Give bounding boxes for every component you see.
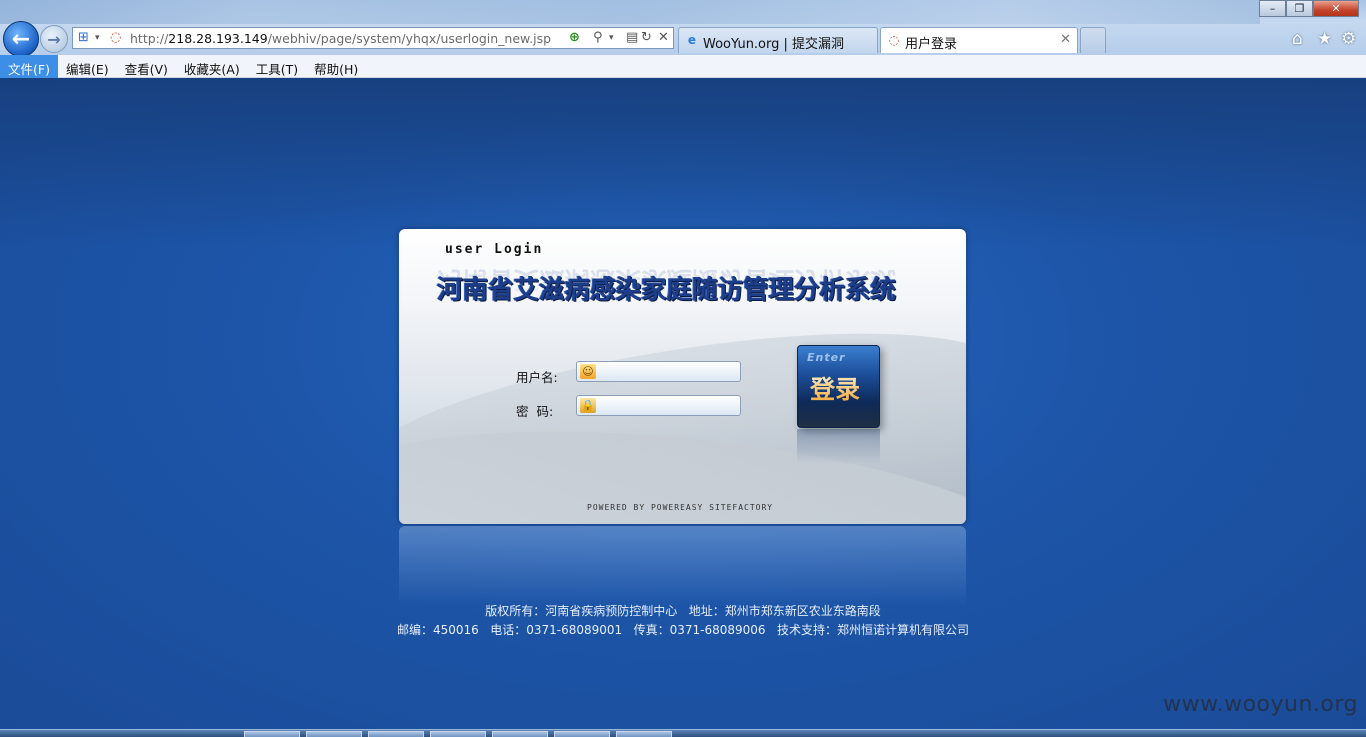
system-title-reflection: 河南省艾滋病感染家庭随访管理分析系统 [437, 265, 897, 295]
close-tab-icon[interactable]: ✕ [1060, 32, 1071, 47]
menu-bar: 文件(F) 编辑(E) 查看(V) 收藏夹(A) 工具(T) 帮助(H) [0, 55, 1366, 78]
taskbar-button[interactable] [616, 731, 672, 737]
arrow-left-icon: ← [11, 26, 31, 52]
menu-view[interactable]: 查看(V) [117, 55, 176, 78]
password-label: 密 码: [516, 404, 554, 419]
login-heading-en: user Login [445, 242, 544, 257]
back-button[interactable]: ← [3, 21, 39, 57]
restore-button[interactable]: ❐ [1286, 0, 1313, 17]
login-panel: user Login 河南省艾滋病感染家庭随访管理分析系统 河南省艾滋病感染家庭… [399, 229, 966, 524]
tab-label: WooYun.org | 提交漏洞 [703, 37, 845, 52]
taskbar-button[interactable] [430, 731, 486, 737]
tab-wooyun[interactable]: e WooYun.org | 提交漏洞 [678, 27, 878, 53]
menu-edit[interactable]: 编辑(E) [58, 55, 117, 78]
menu-favorites[interactable]: 收藏夹(A) [176, 55, 248, 78]
footer-line-contact: 邮编：450016 电话：0371-68089001 传真：0371-68089… [396, 623, 970, 637]
watermark: www.wooyun.org [1163, 692, 1358, 717]
address-bar[interactable]: ⊞ ▾ ◌ http://218.28.193.149/webhiv/page/… [72, 27, 674, 49]
new-tab-button[interactable] [1080, 27, 1106, 53]
password-input[interactable] [599, 397, 737, 414]
favorites-star-icon[interactable]: ★ [1317, 29, 1332, 49]
taskbar-button[interactable] [492, 731, 548, 737]
footer-line-copyright: 版权所有：河南省疾病预防控制中心 地址：郑州市郑东新区农业东路南段 [485, 604, 881, 618]
chevron-down-icon[interactable]: ▾ [95, 33, 100, 43]
url-prefix: http:// [130, 31, 169, 46]
forward-button[interactable]: → [40, 25, 68, 53]
login-button[interactable]: Enter 登录 [797, 345, 880, 428]
compat-view-icon[interactable]: ⊞ [78, 30, 89, 45]
chevron-down-icon[interactable]: ▾ [609, 33, 614, 43]
compat-icon[interactable]: ▤ [626, 30, 638, 45]
page-favicon-icon: ◌ [110, 30, 122, 45]
username-input[interactable] [599, 363, 737, 380]
username-field[interactable]: ☺ [576, 361, 741, 382]
stop-icon[interactable]: ✕ [658, 30, 669, 45]
tab-user-login[interactable]: ◌ 用户登录 ✕ [880, 27, 1078, 53]
desktop-strip [0, 0, 1260, 24]
arrow-right-icon: → [47, 29, 61, 49]
loading-icon: ◌ [888, 33, 900, 47]
powered-by: POWERED BY POWEREASY SITEFACTORY [587, 503, 774, 512]
taskbar-button[interactable] [244, 731, 300, 737]
page-background [0, 78, 1366, 248]
tab-label: 用户登录 [905, 37, 958, 52]
close-window-button[interactable]: ✕ [1313, 0, 1359, 17]
login-button-reflection [797, 429, 880, 464]
ie-icon: e [687, 33, 697, 47]
password-field[interactable]: 🔒 [576, 395, 741, 416]
taskbar-button[interactable] [368, 731, 424, 737]
url-host: 218.28.193.149 [168, 31, 268, 46]
username-label: 用户名: [516, 370, 558, 385]
lock-icon: 🔒 [580, 398, 596, 413]
user-icon: ☺ [580, 364, 596, 379]
menu-file[interactable]: 文件(F) [0, 55, 58, 78]
minimize-button[interactable]: – [1259, 0, 1286, 17]
gear-icon[interactable]: ⚙ [1341, 29, 1356, 49]
search-icon[interactable]: ⚲ [593, 30, 603, 45]
panel-reflection [399, 526, 966, 606]
url-text[interactable]: http://218.28.193.149/webhiv/page/system… [130, 31, 551, 46]
enter-label: Enter [807, 351, 846, 364]
taskbar-button[interactable] [554, 731, 610, 737]
page-content: user Login 河南省艾滋病感染家庭随访管理分析系统 河南省艾滋病感染家庭… [0, 78, 1366, 729]
url-path: /webhiv/page/system/yhqx/userlogin_new.j… [267, 31, 552, 46]
login-label: 登录 [810, 370, 860, 406]
browser-chrome: – ❐ ✕ ← → ⊞ ▾ ◌ http://218.28.193.149/we… [0, 0, 1366, 57]
refresh-icon[interactable]: ↻ [641, 30, 652, 45]
home-icon[interactable]: ⌂ [1292, 29, 1303, 49]
taskbar-button[interactable] [306, 731, 362, 737]
menu-help[interactable]: 帮助(H) [306, 55, 366, 78]
menu-tools[interactable]: 工具(T) [248, 55, 306, 78]
window-controls: – ❐ ✕ [1259, 0, 1359, 18]
addon-icon[interactable]: ⊕ [569, 30, 580, 45]
